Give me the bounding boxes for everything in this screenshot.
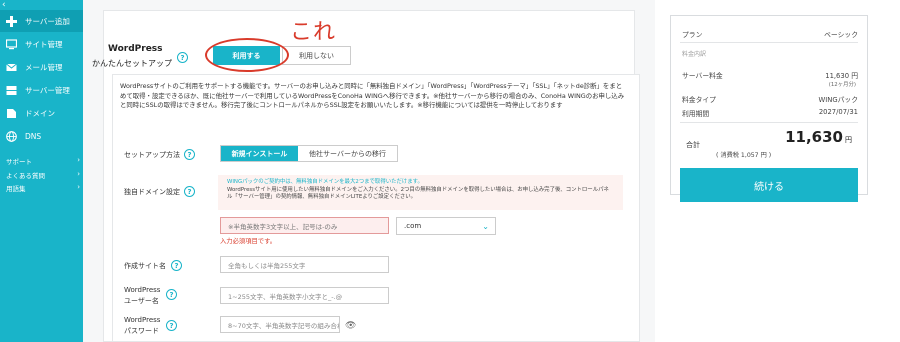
annotation-circle	[205, 38, 289, 72]
sidebar-item-dns[interactable]: DNS	[0, 125, 83, 147]
plan-row: プラン ベーシック	[682, 29, 858, 39]
username-input[interactable]: 1~255文字、半角英数字小文字と_-.@	[220, 287, 389, 304]
setup-description: WordPressサイトのご利用をサポートする機能です。サーバーのお申し込みと同…	[120, 82, 625, 110]
server-fee-months: (12ヶ月分)	[828, 82, 856, 88]
method-new-install[interactable]: 新規インストール	[221, 146, 298, 161]
domain-error: 入力必須項目です。	[220, 238, 277, 245]
domain-notice: WINGパックのご契約中は、無料独自ドメインを最大2つまで取得いただけます。 W…	[218, 175, 623, 210]
domain-suffix-value: .com	[404, 222, 422, 230]
sidebar-link-label: よくある質問	[6, 172, 45, 180]
sidebar-item-server[interactable]: サーバー管理	[0, 79, 83, 101]
help-icon[interactable]: ?	[184, 149, 195, 160]
sidebar-item-label: ドメイン	[25, 108, 55, 118]
period-row: 利用期間 2027/07/31	[682, 108, 858, 118]
server-fee-row: サーバー料金 11,630 円	[682, 70, 858, 80]
method-toggle: 新規インストール 他社サーバーからの移行	[220, 145, 398, 162]
fee-type-value: WINGパック	[818, 96, 858, 104]
site-name-label: 作成サイト名	[124, 262, 166, 270]
sidebar-item-label: サイト管理	[25, 39, 63, 49]
monitor-icon	[5, 38, 17, 50]
mail-icon	[5, 61, 17, 73]
page: ‹ サーバー追加 サイト管理 メール管理 サーバー管理 ドメイン DNS サポー…	[0, 0, 900, 342]
help-icon[interactable]: ?	[166, 289, 177, 300]
help-icon[interactable]: ?	[171, 260, 182, 271]
sidebar-link-label: サポート	[6, 158, 32, 166]
total-unit: 円	[845, 136, 852, 144]
period-value: 2027/07/31	[818, 108, 858, 116]
plan-label: プラン	[682, 31, 703, 39]
eye-icon[interactable]: 👁	[345, 321, 356, 331]
sidebar-item-site[interactable]: サイト管理	[0, 33, 83, 55]
domain-icon	[5, 107, 17, 119]
plus-icon	[5, 15, 17, 27]
setup-subtitle: かんたんセットアップ	[92, 59, 172, 68]
plan-value: ベーシック	[824, 31, 858, 39]
help-icon[interactable]: ?	[177, 52, 188, 63]
setup-title: WordPress	[108, 44, 163, 54]
domain-input[interactable]: ※半角英数字3文字以上、記号は-のみ	[220, 217, 389, 234]
user-label-2: ユーザー名	[124, 297, 159, 305]
fee-type-row: 料金タイプ WINGパック	[682, 94, 858, 104]
total-tax: ( 消費税 1,057 円 )	[716, 152, 772, 159]
divider	[680, 42, 858, 43]
password-label-1: WordPress	[124, 316, 161, 324]
total-amount: 11,630 円	[718, 128, 852, 146]
chevron-right-icon: ›	[77, 183, 80, 191]
chevron-right-icon: ›	[77, 156, 80, 164]
chevron-right-icon: ›	[77, 170, 80, 178]
divider	[680, 122, 858, 123]
sidebar-link-faq[interactable]: よくある質問 ›	[6, 170, 80, 180]
sidebar-link-glossary[interactable]: 用語集 ›	[6, 183, 80, 193]
sidebar: ‹ サーバー追加 サイト管理 メール管理 サーバー管理 ドメイン DNS サポー…	[0, 0, 83, 342]
method-migrate[interactable]: 他社サーバーからの移行	[298, 146, 397, 161]
total-label: 合計	[686, 141, 700, 149]
globe-icon	[5, 130, 17, 142]
help-icon[interactable]: ?	[184, 186, 195, 197]
site-name-input[interactable]: 全角もしくは半角255文字	[220, 256, 389, 273]
help-icon[interactable]: ?	[166, 320, 177, 331]
sidebar-item-label: DNS	[25, 131, 42, 141]
sidebar-item-label: メール管理	[25, 62, 63, 72]
user-label-1: WordPress	[124, 286, 161, 294]
fee-type-label: 料金タイプ	[682, 96, 716, 104]
sidebar-item-label: サーバー追加	[25, 16, 70, 26]
server-icon	[5, 84, 17, 96]
sidebar-link-support[interactable]: サポート ›	[6, 156, 80, 166]
sidebar-item-domain[interactable]: ドメイン	[0, 102, 83, 124]
domain-suffix-select[interactable]: .com ⌄	[396, 217, 496, 235]
server-fee-value: 11,630 円	[825, 72, 858, 80]
password-input[interactable]: 8~70文字、半角英数字記号の組み合わせ	[220, 316, 340, 333]
sidebar-item-mail[interactable]: メール管理	[0, 56, 83, 78]
notice-line-1: WINGパックのご契約中は、無料独自ドメインを最大2つまで取得いただけます。	[227, 179, 423, 185]
method-label: セットアップ方法	[124, 151, 180, 159]
sidebar-link-label: 用語集	[6, 185, 26, 193]
notice-line-2: WordPressサイト用に使用したい無料独自ドメインをご入力ください。2つ目の…	[227, 186, 609, 201]
password-label-2: パスワード	[124, 327, 159, 335]
no-use-button[interactable]: 利用しない	[282, 46, 351, 65]
sidebar-item-server-add[interactable]: サーバー追加	[0, 10, 83, 32]
continue-button[interactable]: 続ける	[680, 168, 858, 202]
server-fee-label: サーバー料金	[682, 72, 723, 80]
collapse-icon[interactable]: ‹	[2, 0, 6, 10]
domain-label: 独自ドメイン設定	[124, 188, 180, 196]
breakdown-label: 料金内訳	[682, 51, 707, 58]
sidebar-item-label: サーバー管理	[25, 85, 70, 95]
annotation-text: これ	[290, 20, 337, 45]
total-value: 11,630	[785, 128, 843, 146]
chevron-down-icon: ⌄	[482, 221, 489, 231]
period-label: 利用期間	[682, 110, 710, 118]
